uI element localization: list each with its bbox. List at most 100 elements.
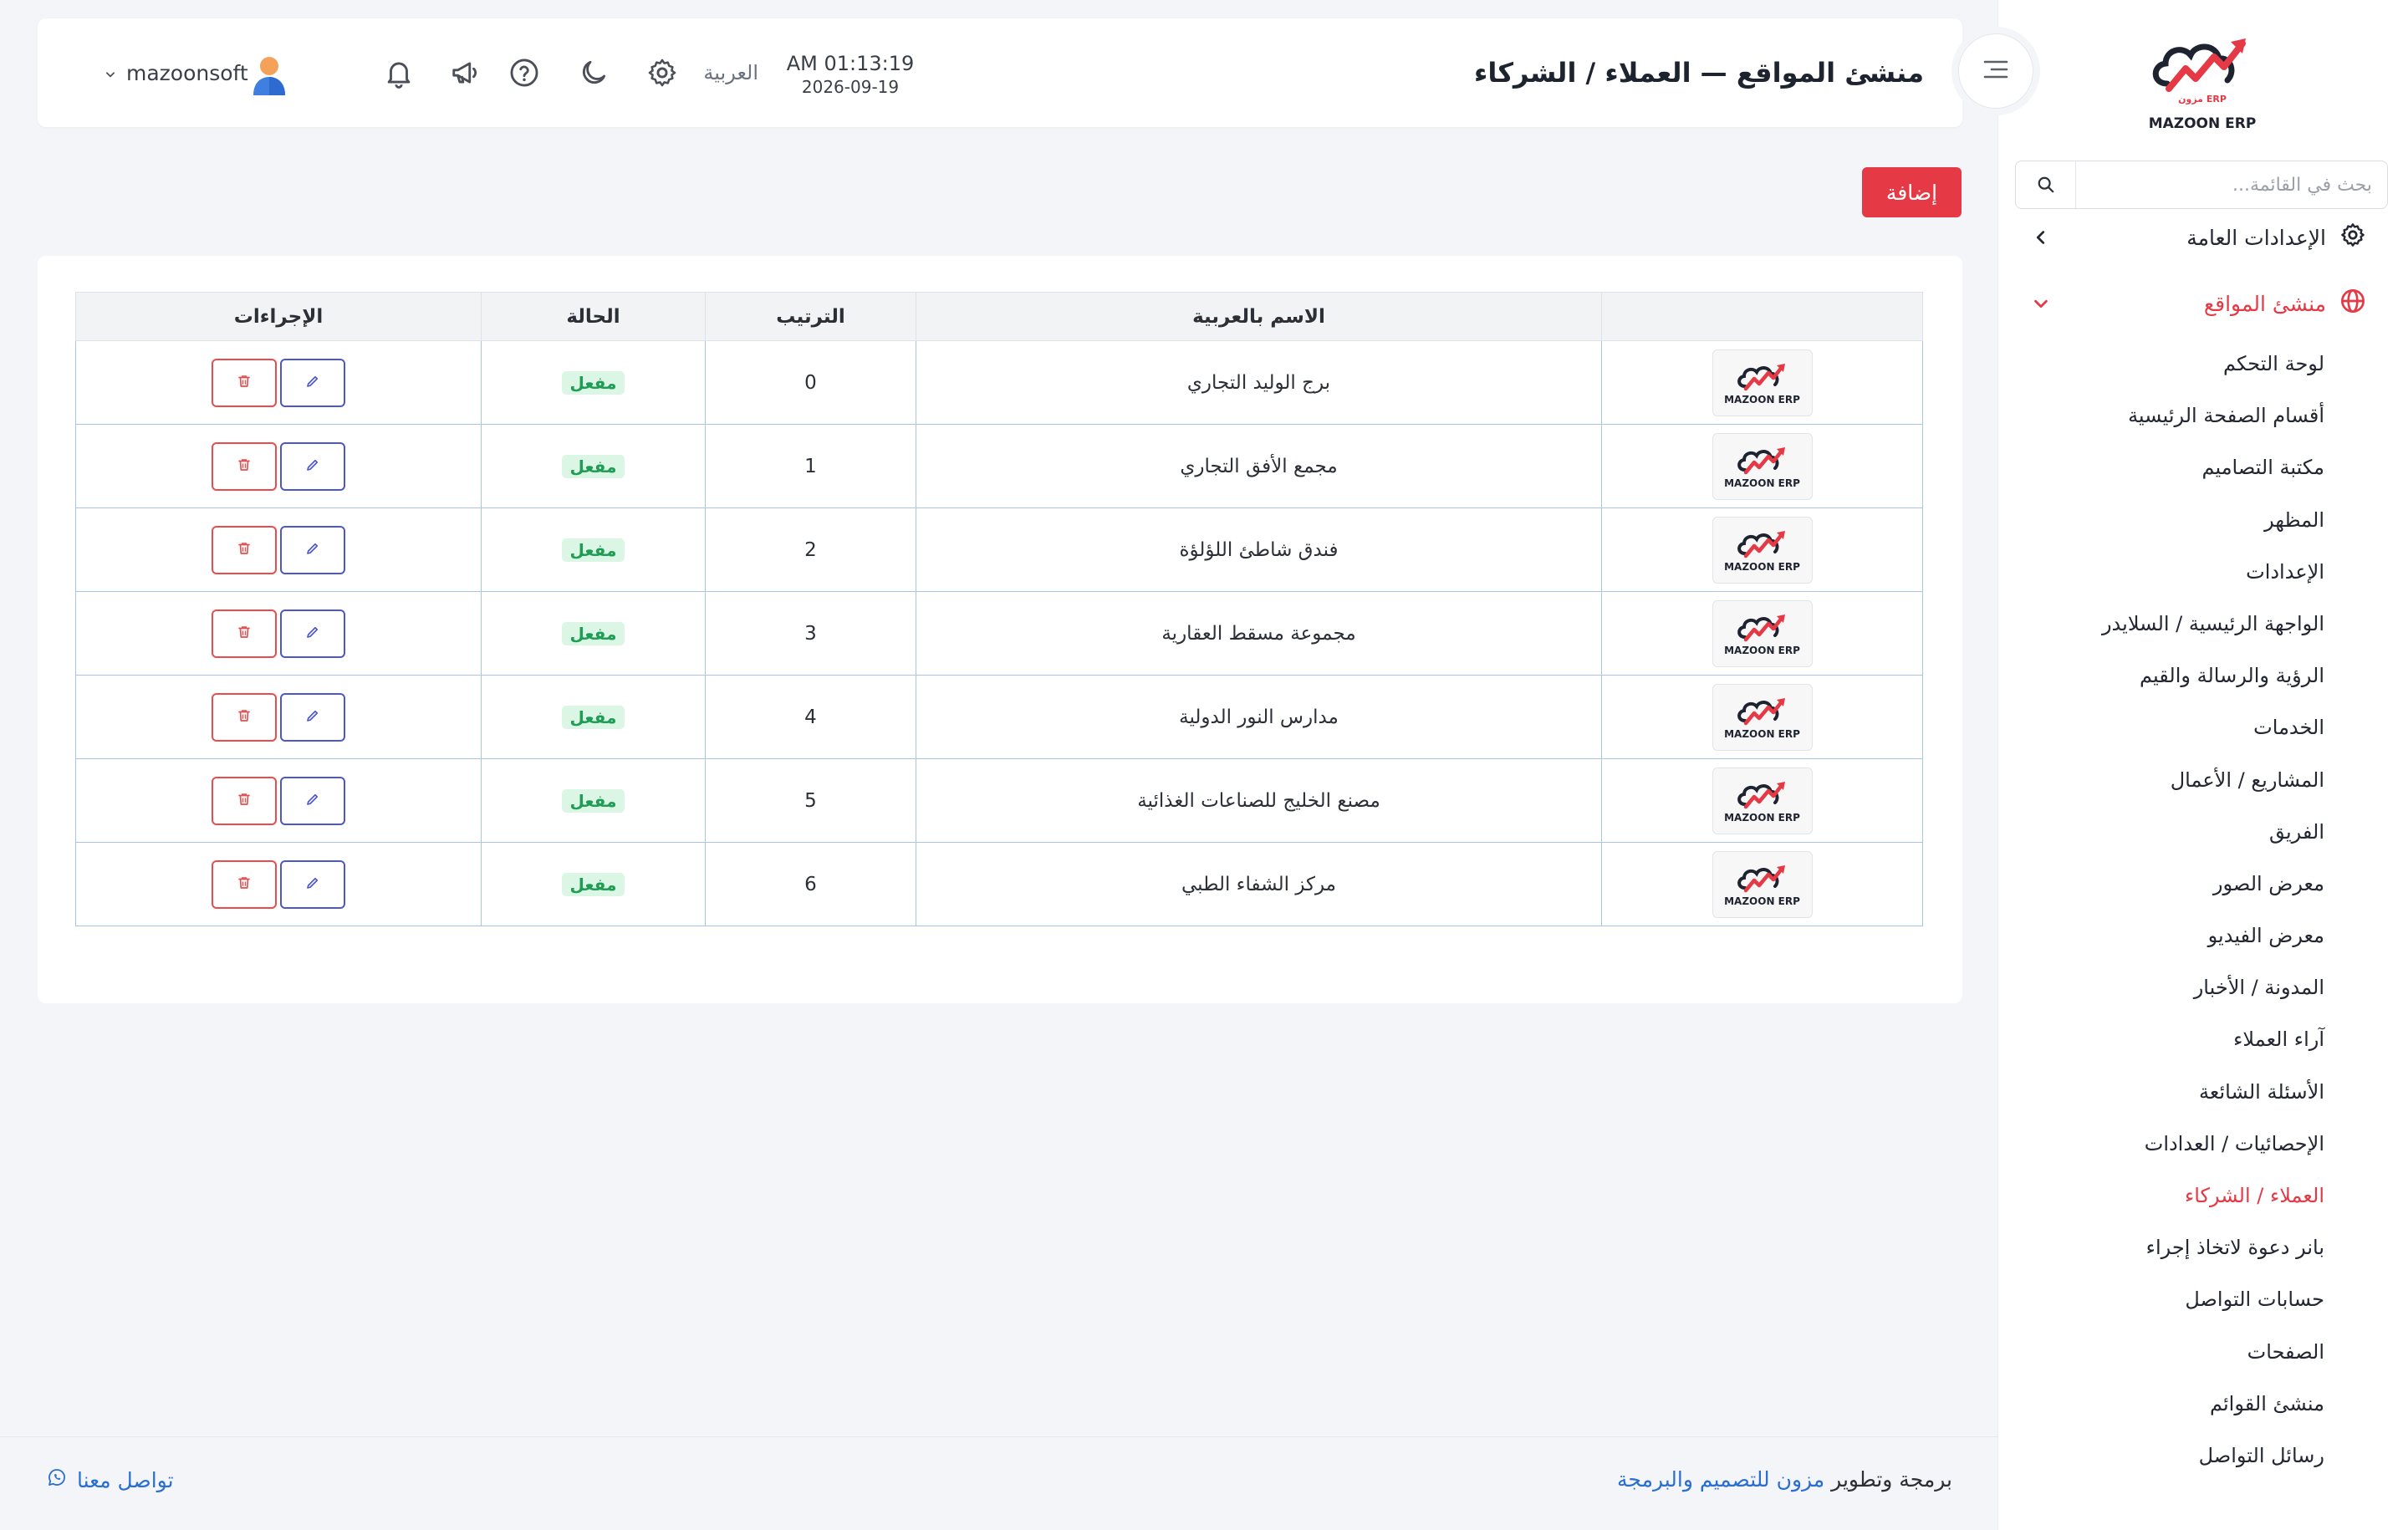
chevron-left-icon	[2032, 228, 2050, 247]
delete-button[interactable]	[212, 776, 277, 825]
logo-cell: MAZOON ERP	[1601, 842, 1923, 926]
user-avatar[interactable]	[247, 52, 292, 97]
delete-button[interactable]	[212, 358, 277, 407]
footer-credit: برمجة وتطوير مزون للتصميم والبرمجة	[1617, 1467, 1952, 1492]
client-logo: MAZOON ERP	[1712, 767, 1813, 834]
sidebar-item-testimonials[interactable]: آراء العملاء	[2023, 1018, 2324, 1070]
sidebar-item-cta-banner[interactable]: بانر دعوة لاتخاذ إجراء	[2023, 1227, 2324, 1278]
sidebar-item-menu-builder[interactable]: منشئ القوائم	[2023, 1383, 2324, 1435]
delete-button[interactable]	[212, 609, 277, 658]
sidebar-item-vision-mission[interactable]: الرؤية والرسالة والقيم	[2023, 655, 2324, 706]
sidebar-item-photo-gallery[interactable]: معرض الصور	[2023, 863, 2324, 915]
sidebar-item-blog[interactable]: المدونة / الأخبار	[2023, 966, 2324, 1018]
sidebar-item-projects[interactable]: المشاريع / الأعمال	[2023, 759, 2324, 811]
sidebar-group-general-settings[interactable]: الإعدادات العامة	[2032, 217, 2366, 258]
row-actions	[212, 859, 345, 909]
search-icon[interactable]	[2016, 161, 2076, 208]
name-cell: مصنع الخليج للصناعات الغذائية	[916, 758, 1602, 843]
sidebar-item-settings[interactable]: الإعدادات	[2023, 551, 2324, 603]
trash-icon	[237, 456, 252, 477]
client-logo-graphic	[1737, 615, 1785, 642]
delete-button[interactable]	[212, 692, 277, 742]
sidebar-group-site-builder[interactable]: منشئ المواقع	[2032, 283, 2366, 324]
credit-link[interactable]: مزون للتصميم والبرمجة	[1617, 1467, 1824, 1492]
sidebar-item-team[interactable]: الفريق	[2023, 811, 2324, 863]
trash-icon	[237, 790, 252, 812]
table-row: MAZOON ERP مجموعة مسقط العقارية 3 مفعل	[75, 591, 1923, 676]
table-row: MAZOON ERP مركز الشفاء الطبي 6 مفعل	[75, 842, 1923, 926]
add-button[interactable]: إضافة	[1862, 167, 1962, 217]
client-logo: MAZOON ERP	[1712, 850, 1813, 918]
trash-icon	[237, 539, 252, 561]
actions-cell	[75, 758, 482, 843]
row-actions	[212, 358, 345, 407]
status-cell: مفعل	[481, 507, 706, 592]
sidebar-item-home-sections[interactable]: أقسام الصفحة الرئيسية	[2023, 395, 2324, 446]
edit-button[interactable]	[280, 776, 345, 825]
name-cell: مركز الشفاء الطبي	[916, 842, 1602, 926]
client-logo-graphic	[1737, 782, 1785, 809]
notifications-bell-icon[interactable]	[382, 56, 416, 89]
order-cell: 6	[705, 842, 916, 926]
brand-logo[interactable]: ERP مزون MAZOON ERP	[2144, 25, 2261, 132]
order-cell: 3	[705, 591, 916, 676]
pencil-icon	[305, 706, 320, 728]
column-header-status: الحالة	[481, 292, 706, 341]
settings-gear-icon[interactable]	[645, 56, 679, 89]
edit-button[interactable]	[280, 609, 345, 658]
edit-button[interactable]	[280, 859, 345, 909]
trash-icon	[237, 623, 252, 645]
language-switcher[interactable]: العربية	[703, 18, 758, 127]
name-cell: برج الوليد التجاري	[916, 340, 1602, 425]
edit-button[interactable]	[280, 692, 345, 742]
actions-cell	[75, 591, 482, 676]
sidebar-divider	[1997, 0, 1998, 1530]
help-icon[interactable]	[508, 56, 541, 89]
sidebar-group-label: منشئ المواقع	[2203, 291, 2326, 316]
contact-us-link[interactable]: تواصل معنا	[47, 1467, 174, 1492]
sidebar-item-faq[interactable]: الأسئلة الشائعة	[2023, 1071, 2324, 1123]
chevron-down-icon	[2032, 294, 2050, 313]
sidebar-item-clients-partners[interactable]: العملاء / الشركاء	[2023, 1175, 2324, 1227]
table-row: MAZOON ERP مصنع الخليج للصناعات الغذائية…	[75, 758, 1923, 843]
sidebar-item-counters[interactable]: الإحصائيات / العدادات	[2023, 1123, 2324, 1175]
contact-label: تواصل معنا	[77, 1467, 174, 1492]
sidebar-item-social-accounts[interactable]: حسابات التواصل	[2023, 1278, 2324, 1330]
sidebar-item-pages[interactable]: الصفحات	[2023, 1331, 2324, 1383]
megaphone-icon[interactable]	[449, 56, 482, 89]
delete-button[interactable]	[212, 525, 277, 574]
sidebar-search-input[interactable]	[2076, 161, 2387, 208]
edit-button[interactable]	[280, 441, 345, 491]
delete-button[interactable]	[212, 859, 277, 909]
dark-mode-moon-icon[interactable]	[577, 56, 610, 89]
user-menu[interactable]: mazoonsoft	[105, 18, 248, 127]
column-header-logo	[1601, 292, 1923, 341]
sidebar-item-design-library[interactable]: مكتبة التصاميم	[2023, 446, 2324, 498]
sidebar-item-video-gallery[interactable]: معرض الفيديو	[2023, 915, 2324, 966]
edit-button[interactable]	[280, 358, 345, 407]
order-cell: 2	[705, 507, 916, 592]
sidebar-item-dashboard[interactable]: لوحة التحكم	[2023, 343, 2324, 395]
status-badge: مفعل	[561, 370, 625, 395]
client-logo: MAZOON ERP	[1712, 432, 1813, 500]
sidebar-item-hero-slider[interactable]: الواجهة الرئيسية / السلايدر	[2023, 603, 2324, 655]
client-logo-graphic	[1737, 447, 1785, 475]
client-logo: MAZOON ERP	[1712, 349, 1813, 416]
sidebar-item-contact-messages[interactable]: رسائل التواصل	[2023, 1435, 2324, 1487]
actions-cell	[75, 340, 482, 425]
status-badge: مفعل	[561, 872, 625, 896]
actions-cell	[75, 842, 482, 926]
table-header-row: الاسم بالعربية الترتيب الحالة الإجراءات	[75, 292, 1923, 341]
client-logo-text: MAZOON ERP	[1724, 394, 1800, 405]
client-logo-graphic	[1737, 698, 1785, 726]
row-actions	[212, 609, 345, 658]
sidebar-item-appearance[interactable]: المظهر	[2023, 499, 2324, 551]
footer: برمجة وتطوير مزون للتصميم والبرمجة تواصل…	[0, 1436, 1998, 1530]
sidebar-item-services[interactable]: الخدمات	[2023, 706, 2324, 758]
edit-button[interactable]	[280, 525, 345, 574]
delete-button[interactable]	[212, 441, 277, 491]
sidebar-submenu: لوحة التحكم أقسام الصفحة الرئيسية مكتبة …	[2023, 343, 2324, 1487]
sidebar-toggle-button[interactable]	[1958, 33, 2033, 109]
logo-cell: MAZOON ERP	[1601, 758, 1923, 843]
chevron-down-icon	[105, 61, 116, 85]
